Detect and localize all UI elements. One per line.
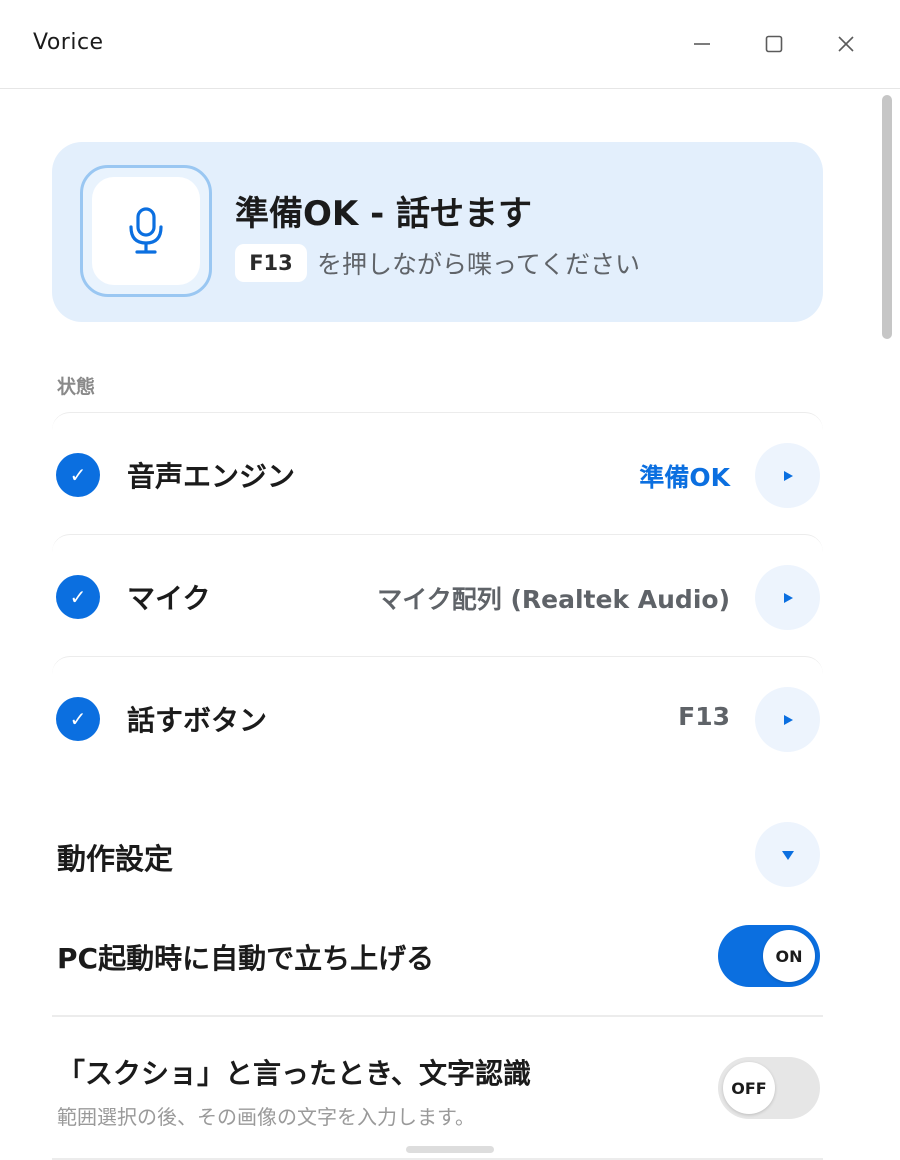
play-arrow-icon <box>783 714 793 725</box>
microphone-button[interactable] <box>80 165 212 297</box>
status-row-value: マイク配列 (Realtek Audio) <box>377 585 730 614</box>
toggle-knob: OFF <box>723 1062 775 1114</box>
minimize-icon <box>694 43 710 45</box>
status-row-label: 話すボタン <box>127 704 268 737</box>
status-row-talk-button[interactable]: ✓ 話すボタン F13 <box>52 656 823 778</box>
maximize-icon <box>765 35 783 53</box>
scrollbar-thumb[interactable] <box>882 95 892 339</box>
screenshot-ocr-toggle[interactable]: OFF <box>718 1057 820 1119</box>
autostart-setting-label: PC起動時に自動で立ち上げる <box>57 942 435 975</box>
expand-button[interactable] <box>755 443 820 508</box>
hotkey-chip: F13 <box>235 244 307 282</box>
push-to-talk-hint: F13 を押しながら喋ってください <box>235 244 640 282</box>
maximize-button[interactable] <box>752 24 796 64</box>
check-icon: ✓ <box>56 453 100 497</box>
title-bar: Vorice <box>0 0 900 89</box>
close-icon <box>838 36 854 52</box>
check-icon: ✓ <box>56 697 100 741</box>
status-row-value: F13 <box>678 702 730 731</box>
triangle-down-icon <box>781 850 794 860</box>
settings-section-title: 動作設定 <box>57 842 174 876</box>
toggle-knob: ON <box>763 930 815 982</box>
ready-status-card: 準備OK - 話せます F13 を押しながら喋ってください <box>52 142 823 322</box>
microphone-icon <box>129 207 163 254</box>
hint-text: を押しながら喋ってください <box>317 250 641 279</box>
expand-button[interactable] <box>755 687 820 752</box>
status-row-label: マイク <box>127 582 211 615</box>
play-arrow-icon <box>783 470 793 481</box>
status-section-label: 状態 <box>57 376 96 398</box>
close-button[interactable] <box>824 24 868 64</box>
status-row-microphone[interactable]: ✓ マイク マイク配列 (Realtek Audio) <box>52 534 823 656</box>
status-row-value: 準備OK <box>639 463 730 492</box>
expand-button[interactable] <box>755 565 820 630</box>
screenshot-ocr-setting-label: 「スクショ」と言ったとき、文字認識 <box>57 1057 532 1090</box>
screenshot-ocr-setting-description: 範囲選択の後、その画像の文字を入力します。 <box>57 1105 475 1129</box>
play-arrow-icon <box>783 592 793 603</box>
ready-status-title: 準備OK - 話せます <box>235 194 533 234</box>
minimize-button[interactable] <box>680 24 724 64</box>
autostart-toggle[interactable]: ON <box>718 925 820 987</box>
app-title: Vorice <box>33 30 104 55</box>
divider <box>52 1015 823 1017</box>
status-row-label: 音声エンジン <box>127 460 296 493</box>
resize-handle[interactable] <box>406 1146 494 1153</box>
collapse-settings-button[interactable] <box>755 822 820 887</box>
status-row-voice-engine[interactable]: ✓ 音声エンジン 準備OK <box>52 412 823 534</box>
check-icon: ✓ <box>56 575 100 619</box>
